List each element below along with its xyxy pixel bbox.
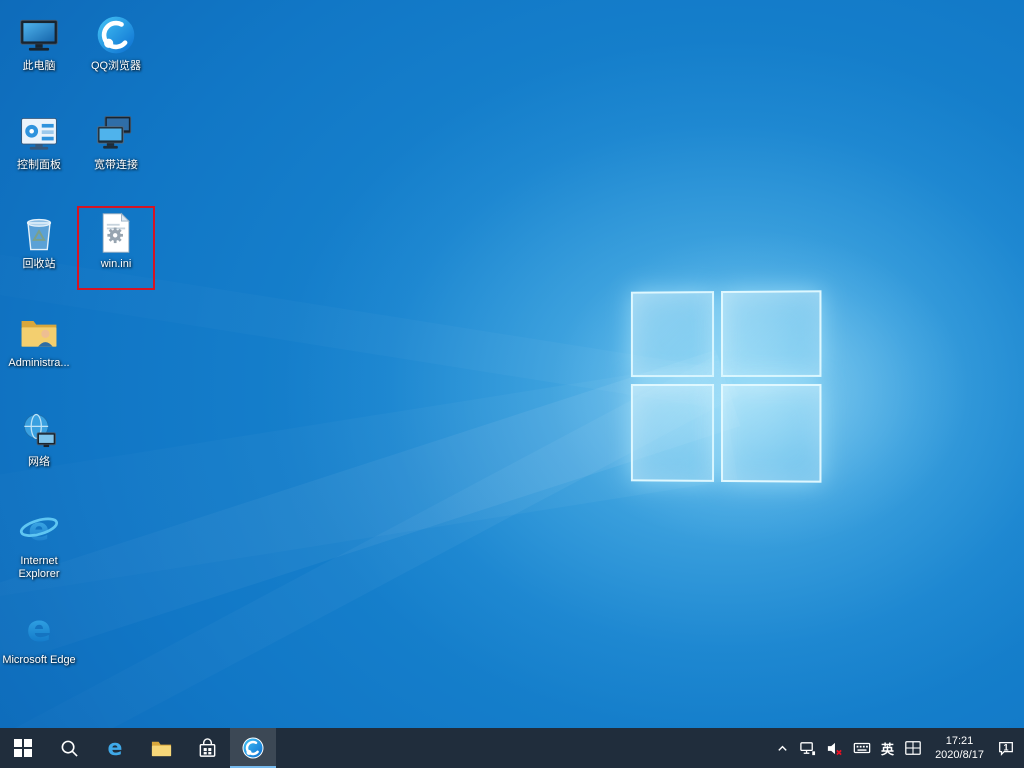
taskbar-left: e: [0, 728, 276, 768]
windows-logo-pane: [721, 384, 821, 483]
desktop-icon-label: QQ浏览器: [91, 60, 141, 73]
broadband-connection-icon: [93, 111, 139, 157]
edge-icon: e: [103, 736, 127, 760]
desktop-icon-microsoft-edge[interactable]: e Microsoft Edge: [2, 602, 76, 701]
windows-logo-pane: [631, 384, 714, 482]
wallpaper-beam: [0, 361, 737, 636]
desktop-icon-admin-folder[interactable]: Administra...: [2, 305, 76, 404]
chevron-up-icon: [776, 742, 789, 755]
taskbar-edge-button[interactable]: e: [92, 728, 138, 768]
recycle-bin-icon: [16, 210, 62, 256]
desktop-icon-column-1: 此电脑 控制面板: [2, 8, 76, 701]
user-folder-icon: [16, 309, 62, 355]
volume-muted-icon: [826, 740, 843, 757]
taskbar-file-explorer-button[interactable]: [138, 728, 184, 768]
start-button[interactable]: [0, 728, 46, 768]
desktop-icon-label: 控制面板: [17, 159, 61, 172]
desktop-icon-broadband[interactable]: 宽带连接: [79, 107, 153, 206]
touch-keyboard-icon: [853, 739, 871, 757]
wallpaper-beam: [0, 355, 739, 728]
desktop-icon-label: Administra...: [8, 357, 69, 370]
wallpaper-beam: [0, 350, 740, 728]
search-icon: [60, 739, 79, 758]
windows-logo-pane: [721, 290, 821, 377]
control-panel-icon: [16, 111, 62, 157]
desktop-icon-qq-browser[interactable]: QQ浏览器: [79, 8, 153, 107]
tray-touch-keyboard[interactable]: [848, 728, 876, 768]
desktop-icon-label: 回收站: [23, 258, 56, 271]
tray-clock[interactable]: 17:21 2020/8/17: [927, 728, 992, 768]
desktop-icon-this-pc[interactable]: 此电脑: [2, 8, 76, 107]
system-tray: 英 17:21 2020/8/17 1: [771, 728, 1024, 768]
ini-file-icon: [93, 210, 139, 256]
svg-text:e: e: [27, 607, 52, 650]
microsoft-store-icon: [197, 738, 218, 759]
qq-browser-icon: [93, 12, 139, 58]
desktop-icon-label: Internet Explorer: [2, 555, 76, 581]
windows-logo-pane: [631, 291, 714, 377]
qq-browser-icon: [241, 736, 265, 760]
windows-logo: [631, 290, 822, 482]
desktop-icon-recycle-bin[interactable]: 回收站: [2, 206, 76, 305]
desktop-icon-label: Microsoft Edge: [2, 654, 75, 667]
tray-network[interactable]: [794, 728, 821, 768]
keyboard-grid-icon: [904, 739, 922, 757]
network-ethernet-icon: [799, 740, 816, 757]
file-explorer-icon: [150, 737, 173, 760]
search-button[interactable]: [46, 728, 92, 768]
svg-text:e: e: [28, 512, 49, 548]
desktop-icon-label: 宽带连接: [94, 159, 138, 172]
taskbar-qq-browser-button[interactable]: [230, 728, 276, 768]
this-pc-icon: [16, 12, 62, 58]
desktop-icon-label: win.ini: [101, 258, 132, 271]
microsoft-edge-icon: e: [16, 606, 62, 652]
desktop-wallpaper: 此电脑 控制面板: [0, 0, 1024, 728]
clock-time: 17:21: [946, 734, 974, 748]
tray-show-hidden-icons[interactable]: [771, 728, 794, 768]
svg-text:e: e: [108, 736, 123, 760]
tray-ime-indicator[interactable]: 英: [876, 728, 899, 768]
desktop-icon-label: 网络: [28, 456, 50, 469]
internet-explorer-icon: e: [16, 507, 62, 553]
desktop-icon-control-panel[interactable]: 控制面板: [2, 107, 76, 206]
desktop-icon-column-2: QQ浏览器 宽带连接: [79, 8, 153, 305]
notification-badge: 1: [1003, 743, 1008, 753]
tray-volume[interactable]: [821, 728, 848, 768]
windows-start-icon: [14, 739, 32, 757]
desktop-icon-network[interactable]: 网络: [2, 404, 76, 503]
taskbar: e: [0, 728, 1024, 768]
tray-ime-keyboard[interactable]: [899, 728, 927, 768]
network-icon: [16, 408, 62, 454]
desktop-icon-internet-explorer[interactable]: e Internet Explorer: [2, 503, 76, 602]
clock-date: 2020/8/17: [935, 748, 984, 762]
action-center-button[interactable]: 1: [992, 728, 1020, 768]
desktop-icon-win-ini[interactable]: win.ini: [79, 206, 153, 305]
taskbar-store-button[interactable]: [184, 728, 230, 768]
desktop-icon-label: 此电脑: [23, 60, 56, 73]
